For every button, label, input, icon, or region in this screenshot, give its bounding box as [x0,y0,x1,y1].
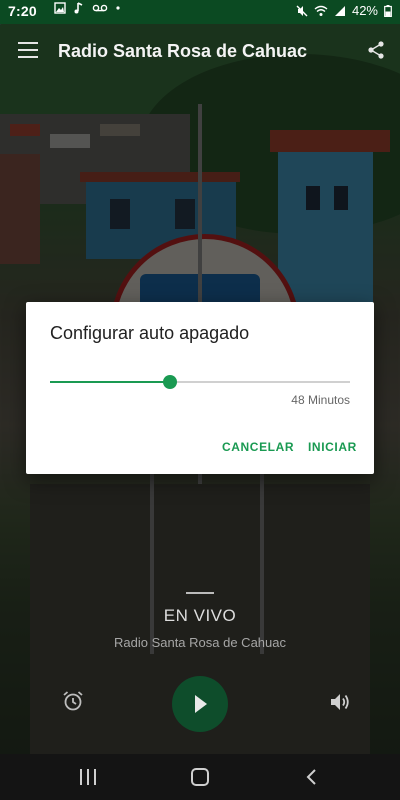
signal-icon [334,5,345,16]
start-button[interactable]: INICIAR [308,440,357,454]
mute-icon [296,5,308,16]
image-icon [54,2,66,14]
navigation-bar [0,754,400,800]
app-title: Radio Santa Rosa de Cahuac [58,41,308,61]
menu-icon[interactable] [18,42,38,58]
voicemail-icon [92,4,108,12]
recents-icon[interactable] [80,769,98,785]
dialog-title: Configurar auto apagado [50,323,250,343]
system-icons: 42% [296,3,392,18]
auto-off-dialog: Configurar auto apagado 48 Minutos CANCE… [26,302,374,474]
status-time: 7:20 [8,3,37,19]
play-icon [195,695,207,713]
live-status: EN VIVO [163,606,237,625]
home-icon[interactable] [191,768,209,786]
volume-icon[interactable] [328,690,352,714]
slider-value-label: 48 Minutos [291,393,350,407]
timer-slider[interactable] [50,375,350,389]
play-button[interactable] [172,676,228,732]
slider-thumb[interactable] [163,375,177,389]
cancel-button[interactable]: CANCELAR [222,440,294,454]
alarm-icon[interactable] [62,690,84,712]
battery-percent: 42% [351,3,378,18]
station-name: Radio Santa Rosa de Cahuac [113,635,286,650]
battery-icon [384,4,392,17]
slider-fill [50,381,170,383]
back-icon[interactable] [304,768,320,786]
status-bar: 7:20 42% [0,0,400,24]
notification-icons [54,2,121,14]
app-bar: Radio Santa Rosa de Cahuac [0,24,400,80]
dot-icon [116,6,120,10]
wifi-icon [314,5,328,16]
music-note-icon [74,2,83,14]
track-placeholder-dash [186,592,214,594]
share-icon[interactable] [366,40,386,60]
